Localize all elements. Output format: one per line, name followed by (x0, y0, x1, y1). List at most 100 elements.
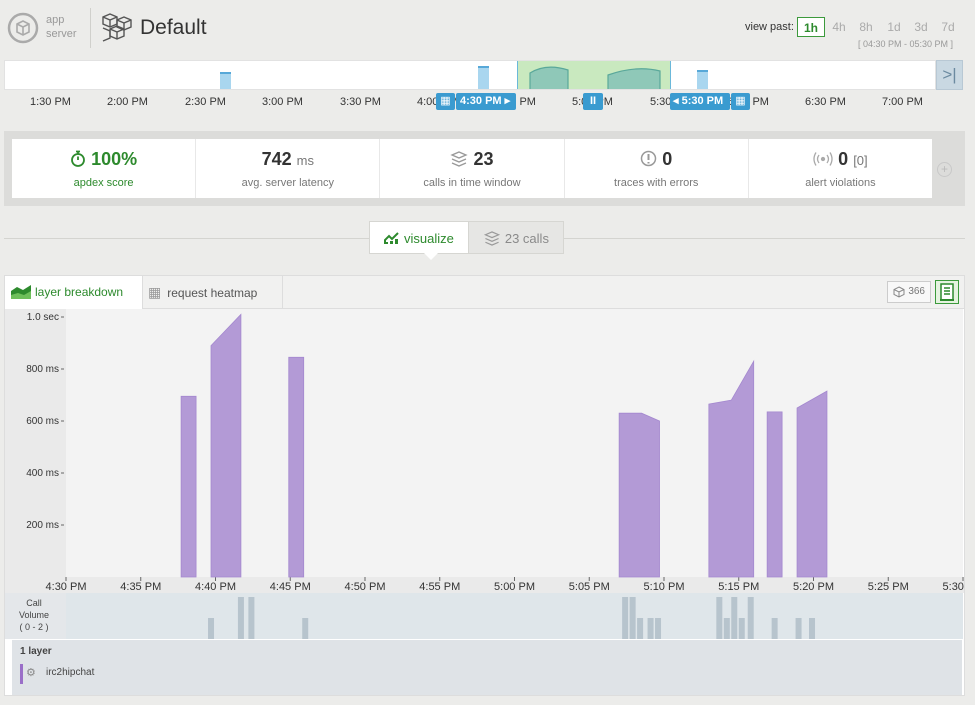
metric-errors-value: 0 (662, 149, 673, 169)
metric-latency[interactable]: 742 ms avg. server latency (196, 139, 381, 198)
timeline-tick: 3:30 PM (340, 96, 381, 108)
add-metric-icon[interactable]: + (937, 162, 952, 177)
call-volume-bar (731, 597, 738, 639)
cube-icon (893, 286, 905, 298)
call-volume-bar (248, 597, 255, 639)
tab-layer-breakdown[interactable]: layer breakdown (5, 276, 143, 309)
call-volume-bar (647, 618, 654, 639)
metric-errors-value-row: 0 (565, 149, 748, 170)
layer-name[interactable]: irc2hipchat (46, 667, 94, 678)
metric-calls[interactable]: 23 calls in time window (380, 139, 565, 198)
layers-count-text: 1 layer (20, 646, 52, 657)
layer-count-value: 366 (908, 286, 925, 297)
signal-icon (813, 152, 833, 166)
call-volume-label-line-1: Call (26, 598, 42, 608)
start-time-label: 4:30 PM (460, 95, 502, 107)
x-tick-label: 4:40 PM (195, 581, 236, 593)
timeline-bar (697, 70, 708, 89)
call-volume-label-line-3: ( 0 - 2 ) (19, 622, 49, 632)
end-time-handle[interactable]: ◂ 5:30 PM (670, 93, 730, 110)
timeline-tick: 2:30 PM (185, 96, 226, 108)
view-past-4h[interactable]: 4h (828, 17, 850, 37)
x-tick-label: 5:20 PM (793, 581, 834, 593)
x-tick-label: 4:35 PM (120, 581, 161, 593)
call-volume-bar (302, 618, 309, 639)
layer-breakdown-chart[interactable]: 1.0 sec 800 ms 600 ms 400 ms 200 ms 4:30 PM 4:… (5, 309, 964, 639)
plot-area (66, 309, 963, 577)
view-past-8h[interactable]: 8h (855, 17, 877, 37)
call-volume-bar (809, 618, 816, 639)
view-past-label: view past: (745, 21, 794, 33)
x-tick-label: 5:10 PM (644, 581, 685, 593)
y-tick-label: 800 ms (26, 364, 59, 375)
logo-line-1: app (46, 14, 65, 26)
tab-request-heatmap-label: request heatmap (167, 286, 258, 300)
view-toggle-pointer (424, 253, 438, 260)
app-title[interactable]: Default (140, 16, 207, 40)
grid-icon: ▦ (148, 284, 162, 300)
layer-count-button[interactable]: 366 (887, 281, 931, 303)
x-tick-label: 4:50 PM (345, 581, 386, 593)
x-tick-label: 5:25 PM (868, 581, 909, 593)
metric-apdex[interactable]: 100% apdex score (12, 139, 197, 198)
visualize-tab-label: visualize (404, 231, 454, 246)
x-tick-label: 4:30 PM (46, 581, 87, 593)
x-tick-label: 5:30 PM (943, 581, 964, 593)
jump-to-end-button[interactable]: >| (936, 60, 963, 90)
view-past-1d[interactable]: 1d (883, 17, 905, 37)
visualize-tab[interactable]: visualize (369, 221, 469, 254)
app-server-logo-icon[interactable] (6, 11, 40, 45)
call-volume-bar (622, 597, 629, 639)
metric-errors-label: traces with errors (614, 177, 699, 189)
call-volume-bar (723, 618, 730, 639)
y-tick-label: 600 ms (26, 416, 59, 427)
end-calendar-icon[interactable]: ▦ (731, 93, 750, 110)
response-time-area (180, 395, 197, 578)
response-time-area (618, 412, 660, 578)
legend-toggle-button[interactable] (935, 280, 959, 304)
metric-calls-value: 23 (473, 149, 494, 169)
chart-icon (384, 232, 399, 244)
metrics-bar: 100% apdex score 742 ms avg. server late… (4, 131, 965, 206)
chart-panel: layer breakdown ▦ request heatmap 366 1.0… (4, 275, 965, 696)
view-past-7d[interactable]: 7d (937, 17, 959, 37)
area-chart-icon (11, 285, 31, 299)
end-time-label: 5:30 PM (681, 95, 724, 107)
app-cubes-icon (102, 13, 132, 42)
x-tick-label: 5:00 PM (494, 581, 535, 593)
header-divider (90, 8, 91, 48)
layers-legend: 1 layer ⚙ irc2hipchat (12, 640, 962, 695)
logo-text: app server (46, 13, 77, 41)
calls-tab[interactable]: 23 calls (468, 221, 564, 254)
layers-count: 1 layer (20, 646, 52, 657)
timeline-overview[interactable] (4, 60, 936, 90)
y-axis-gutter (5, 309, 66, 577)
metric-alerts[interactable]: 0 [0] alert violations (749, 139, 932, 198)
layer-color-swatch (20, 664, 23, 684)
view-past-range: [ 04:30 PM - 05:30 PM ] (858, 39, 954, 49)
timeline-selection-sparkline (529, 66, 661, 89)
pause-button[interactable]: II (583, 93, 603, 110)
call-volume-bar (771, 618, 778, 639)
y-tick-label: 200 ms (26, 520, 59, 531)
legend-icon (940, 283, 954, 301)
metric-calls-value-row: 23 (380, 149, 563, 170)
metric-alerts-value: 0 (838, 149, 849, 169)
start-time-handle[interactable]: 4:30 PM ▸ (456, 93, 516, 110)
view-past-3d[interactable]: 3d (910, 17, 932, 37)
response-time-area (796, 390, 828, 578)
timeline-tick: 6:30 PM (805, 96, 846, 108)
metric-latency-unit: ms (296, 153, 314, 168)
view-past-1h[interactable]: 1h (797, 17, 825, 37)
call-volume-area (66, 593, 963, 639)
timeline-bar (220, 72, 231, 89)
metric-alerts-value-row: 0 [0] (749, 149, 932, 170)
metrics-row: 100% apdex score 742 ms avg. server late… (12, 139, 932, 198)
calls-tab-label: 23 calls (504, 231, 549, 246)
tab-request-heatmap[interactable]: ▦ request heatmap (143, 276, 283, 309)
metric-latency-label: avg. server latency (241, 177, 334, 189)
metric-errors[interactable]: 0 traces with errors (565, 139, 749, 198)
timeline-selection[interactable] (517, 61, 671, 89)
x-tick-label: 5:15 PM (718, 581, 759, 593)
start-calendar-icon[interactable]: ▦ (436, 93, 455, 110)
